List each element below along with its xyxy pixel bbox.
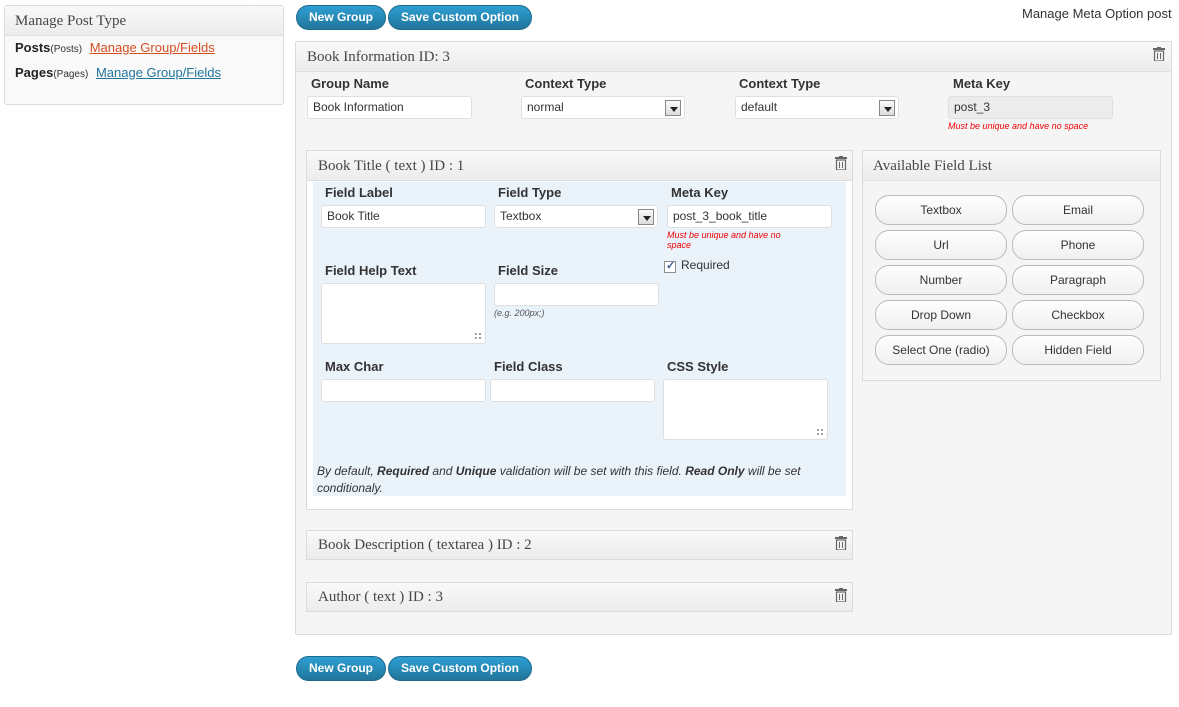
save-custom-option-button-bottom[interactable]: Save Custom Option	[388, 656, 533, 681]
max-char-label: Max Char	[325, 359, 384, 374]
add-field-button[interactable]: Url	[875, 230, 1007, 260]
field-panel-collapsed[interactable]: Author ( text ) ID : 3	[306, 582, 853, 612]
post-type-name: Posts	[15, 40, 51, 55]
sidebar-item-pages: Pages(Pages) Manage Group/Fields	[5, 61, 283, 86]
meta-key-hint: Must be unique and have no space	[948, 121, 1089, 131]
field-class-input[interactable]	[490, 379, 655, 402]
field-class-label: Field Class	[494, 359, 563, 374]
post-type-slug: (Posts)	[50, 44, 83, 55]
css-style-label: CSS Style	[667, 359, 729, 374]
validation-note: By default, Required and Unique validati…	[317, 464, 801, 495]
context-priority-select[interactable]: default	[735, 96, 899, 119]
group-name-input[interactable]: Book Information	[307, 96, 472, 119]
chevron-down-icon	[879, 100, 895, 116]
field-size-label: Field Size	[498, 263, 558, 278]
field-help-text-textarea[interactable]	[321, 283, 486, 344]
field-header: Author ( text ) ID : 3	[318, 589, 443, 605]
add-field-button[interactable]: Textbox	[875, 195, 1007, 225]
resize-grip-icon[interactable]	[474, 332, 482, 340]
field-type-select[interactable]: Textbox	[494, 205, 658, 228]
sidebar-item-posts: Posts(Posts) Manage Group/Fields	[5, 36, 283, 61]
context-type-value: normal	[527, 100, 564, 114]
available-field-list-title: Available Field List	[863, 151, 1160, 181]
field-header: Book Title ( text ) ID : 1	[307, 151, 852, 181]
field-meta-key-input[interactable]: post_3_book_title	[667, 205, 832, 228]
field-type-value: Textbox	[500, 209, 542, 223]
save-custom-option-button-top[interactable]: Save Custom Option	[388, 5, 533, 30]
field-meta-key-hint: Must be unique and have no	[667, 230, 781, 240]
post-type-slug: (Pages)	[53, 69, 89, 80]
field-size-hint: (e.g. 200px;)	[494, 308, 545, 318]
required-checkbox[interactable]	[664, 259, 676, 273]
field-header: Book Description ( textarea ) ID : 2	[318, 537, 532, 553]
delete-group-icon[interactable]	[1153, 47, 1165, 61]
field-size-input[interactable]	[494, 283, 659, 306]
context-type-label-2: Context Type	[739, 76, 821, 91]
new-group-button-bottom[interactable]: New Group	[296, 656, 387, 681]
meta-key-label: Meta Key	[953, 76, 1011, 91]
delete-field-icon[interactable]	[835, 588, 847, 602]
field-type-label: Field Type	[498, 185, 562, 200]
resize-grip-icon[interactable]	[816, 428, 824, 436]
add-field-button[interactable]: Number	[875, 265, 1007, 295]
group-meta-key-input: post_3	[948, 96, 1113, 119]
chevron-down-icon	[638, 209, 654, 225]
delete-field-icon[interactable]	[835, 156, 847, 170]
context-type-label: Context Type	[525, 76, 607, 91]
page-title: Manage Meta Option post	[1022, 6, 1172, 21]
post-type-sidebar: Manage Post Type Posts(Posts) Manage Gro…	[4, 5, 284, 105]
field-meta-key-hint-2: space	[667, 240, 692, 250]
css-style-textarea[interactable]	[663, 379, 828, 440]
sidebar-title: Manage Post Type	[5, 6, 283, 36]
add-field-button[interactable]: Drop Down	[875, 300, 1007, 330]
manage-fields-link-pages[interactable]: Manage Group/Fields	[96, 65, 221, 80]
group-name-label: Group Name	[311, 76, 390, 91]
field-label-label: Field Label	[325, 185, 393, 200]
add-field-button[interactable]: Email	[1012, 195, 1144, 225]
add-field-button[interactable]: Hidden Field	[1012, 335, 1144, 365]
group-header: Book Information ID: 3	[296, 42, 1171, 72]
context-type-select[interactable]: normal	[521, 96, 685, 119]
max-char-input[interactable]	[321, 379, 486, 402]
delete-field-icon[interactable]	[835, 536, 847, 550]
add-field-button[interactable]: Paragraph	[1012, 265, 1144, 295]
post-type-name: Pages	[15, 65, 54, 80]
context-priority-value: default	[741, 100, 778, 114]
new-group-button-top[interactable]: New Group	[296, 5, 387, 30]
add-field-button[interactable]: Phone	[1012, 230, 1144, 260]
chevron-down-icon	[665, 100, 681, 116]
field-help-text-label: Field Help Text	[325, 263, 417, 278]
field-meta-key-label: Meta Key	[671, 185, 729, 200]
add-field-button[interactable]: Select One (radio)	[875, 335, 1007, 365]
manage-fields-link-posts[interactable]: Manage Group/Fields	[90, 40, 215, 55]
add-field-button[interactable]: Checkbox	[1012, 300, 1144, 330]
field-panel-collapsed[interactable]: Book Description ( textarea ) ID : 2	[306, 530, 853, 560]
field-label-input[interactable]: Book Title	[321, 205, 486, 228]
required-label: Required	[681, 258, 730, 272]
